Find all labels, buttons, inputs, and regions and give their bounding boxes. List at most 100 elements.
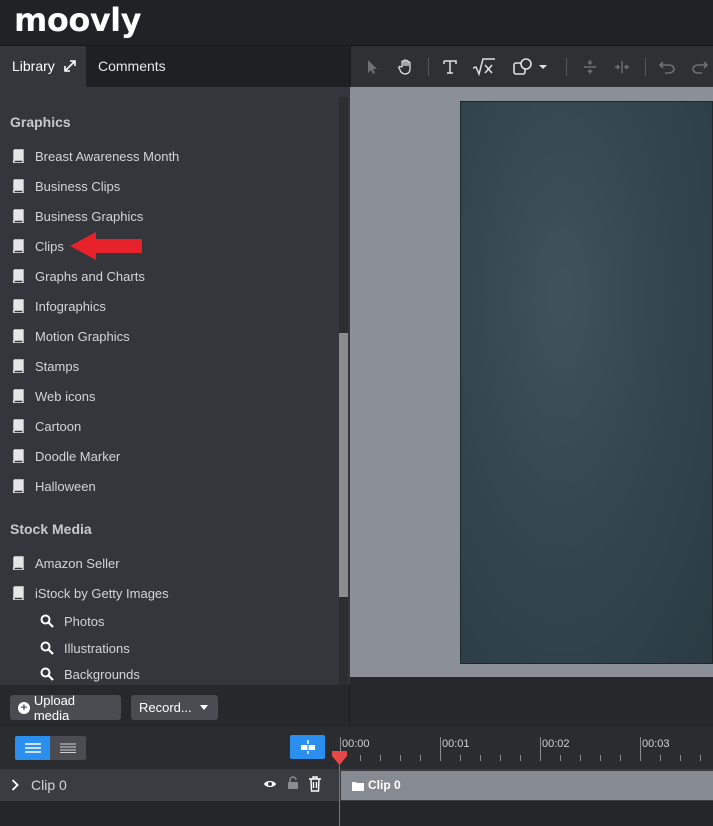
ruler-minor-tick (600, 755, 601, 761)
red-arrow-annotation (70, 232, 142, 260)
ruler-minor-tick (560, 755, 561, 761)
compact-view-icon (60, 743, 76, 753)
library-item-label: Business Clips (35, 178, 121, 194)
library-item-halloween[interactable]: Halloween (12, 476, 96, 496)
library-item-business-graphics[interactable]: Business Graphics (12, 206, 143, 226)
record-dropdown-button[interactable]: Record... (131, 695, 218, 720)
toolbar-separator (566, 58, 567, 76)
library-item-label: Clips (35, 238, 64, 254)
library-footer: + Upload media Record... (0, 685, 350, 727)
book-icon (12, 419, 24, 433)
hand-pan-icon[interactable] (395, 46, 417, 87)
library-item-amazon-seller[interactable]: Amazon Seller (12, 553, 120, 573)
library-item-motion-graphics[interactable]: Motion Graphics (12, 326, 130, 346)
library-item-label: Business Graphics (35, 208, 144, 224)
playhead-handle-icon[interactable] (332, 751, 347, 766)
clip-bar[interactable]: Clip 0 (341, 771, 713, 800)
trash-icon[interactable] (308, 776, 322, 792)
library-item-doodle-marker[interactable]: Doodle Marker (12, 446, 120, 466)
ruler-minor-tick (420, 755, 421, 761)
book-icon (12, 149, 24, 163)
clip-bar-label-wrap: Clip 0 (352, 771, 401, 800)
tab-library[interactable]: Library (0, 46, 86, 87)
book-icon (12, 449, 24, 463)
library-item-business-clips[interactable]: Business Clips (12, 176, 120, 196)
book-icon (12, 329, 24, 343)
library-subitem-photos[interactable]: Photos (40, 611, 104, 631)
compact-view-button[interactable] (50, 736, 86, 760)
library-item-web-icons[interactable]: Web icons (12, 386, 95, 406)
canvas-area[interactable] (350, 87, 713, 677)
tab-comments[interactable]: Comments (86, 46, 178, 87)
library-item-infographics[interactable]: Infographics (12, 296, 106, 316)
expand-icon[interactable] (64, 46, 76, 88)
library-item-label: Cartoon (35, 418, 82, 434)
library-item-label: Breast Awareness Month (35, 148, 180, 164)
eye-icon[interactable] (263, 779, 277, 789)
library-item-label: Infographics (35, 298, 106, 314)
library-item-label: Doodle Marker (35, 448, 121, 464)
chalkboard-background[interactable] (460, 101, 713, 664)
library-subitem-backgrounds[interactable]: Backgrounds (40, 664, 140, 684)
library-item-istock-by-getty-images[interactable]: iStock by Getty Images (12, 583, 169, 603)
library-item-label: Graphs and Charts (35, 268, 145, 284)
moovly-logo[interactable]: moovly (14, 2, 142, 38)
timeline-controls: 00:00 00:01 00:02 00:03 (0, 727, 713, 769)
track-row[interactable]: Clip 0 Clip 0 (0, 769, 713, 801)
book-icon (12, 269, 24, 283)
timeline-ruler[interactable]: 00:00 00:01 00:02 00:03 (339, 727, 713, 769)
undo-icon[interactable] (656, 46, 678, 87)
ruler-minor-tick (360, 755, 361, 761)
ruler-minor-tick (460, 755, 461, 761)
upload-media-button[interactable]: + Upload media (10, 692, 121, 723)
library-subitem-label: Backgrounds (64, 666, 140, 682)
book-icon (12, 556, 24, 570)
library-subitem-illustrations[interactable]: Illustrations (40, 638, 130, 658)
library-item-clips[interactable]: Clips (12, 236, 64, 256)
library-item-graphs-and-charts[interactable]: Graphs and Charts (12, 266, 145, 286)
book-icon (12, 586, 24, 600)
book-icon (12, 239, 24, 253)
ruler-major-tick (640, 737, 641, 761)
library-item-breast-awareness-month[interactable]: Breast Awareness Month (12, 146, 179, 166)
fit-width-icon (300, 740, 315, 754)
ruler-tick-label: 00:02 (542, 738, 570, 750)
book-icon (12, 479, 24, 493)
library-item-label: Halloween (35, 478, 96, 494)
folder-icon (352, 781, 364, 791)
section-title-graphics: Graphics (10, 114, 71, 130)
library-item-label: iStock by Getty Images (35, 585, 169, 601)
chevron-right-icon[interactable] (11, 779, 19, 791)
text-tool-icon[interactable] (439, 46, 461, 87)
fit-timeline-button[interactable] (290, 735, 325, 759)
library-item-stamps[interactable]: Stamps (12, 356, 79, 376)
caret-down-icon (199, 705, 208, 710)
library-scrollbar[interactable] (339, 97, 348, 685)
ruler-major-tick (440, 737, 441, 761)
ruler-minor-tick (660, 755, 661, 761)
select-pointer-icon[interactable] (361, 46, 383, 87)
align-horizontal-icon[interactable] (611, 46, 633, 87)
library-panel: Graphics Breast Awareness Month Business … (0, 87, 350, 685)
list-view-button[interactable] (15, 736, 51, 760)
library-item-cartoon[interactable]: Cartoon (12, 416, 81, 436)
upload-media-label: Upload media (33, 692, 76, 723)
ruler-tick-label: 00:01 (442, 738, 470, 750)
track-header: Clip 0 (0, 769, 338, 801)
align-vertical-icon[interactable] (579, 46, 601, 87)
list-view-icon (25, 743, 41, 753)
lock-open-icon[interactable] (287, 776, 299, 790)
book-icon (12, 209, 24, 223)
ruler-minor-tick (580, 755, 581, 761)
redo-icon[interactable] (689, 46, 711, 87)
formula-tool-icon[interactable] (471, 46, 497, 87)
ruler-minor-tick (680, 755, 681, 761)
ruler-minor-tick (380, 755, 381, 761)
ruler-tick-label: 00:00 (342, 738, 370, 750)
book-icon (12, 179, 24, 193)
track-name: Clip 0 (31, 777, 67, 793)
shapes-dropdown-icon[interactable] (509, 46, 551, 87)
scrollbar-thumb[interactable] (339, 333, 348, 597)
ruler-minor-tick (480, 755, 481, 761)
ruler-major-tick (540, 737, 541, 761)
